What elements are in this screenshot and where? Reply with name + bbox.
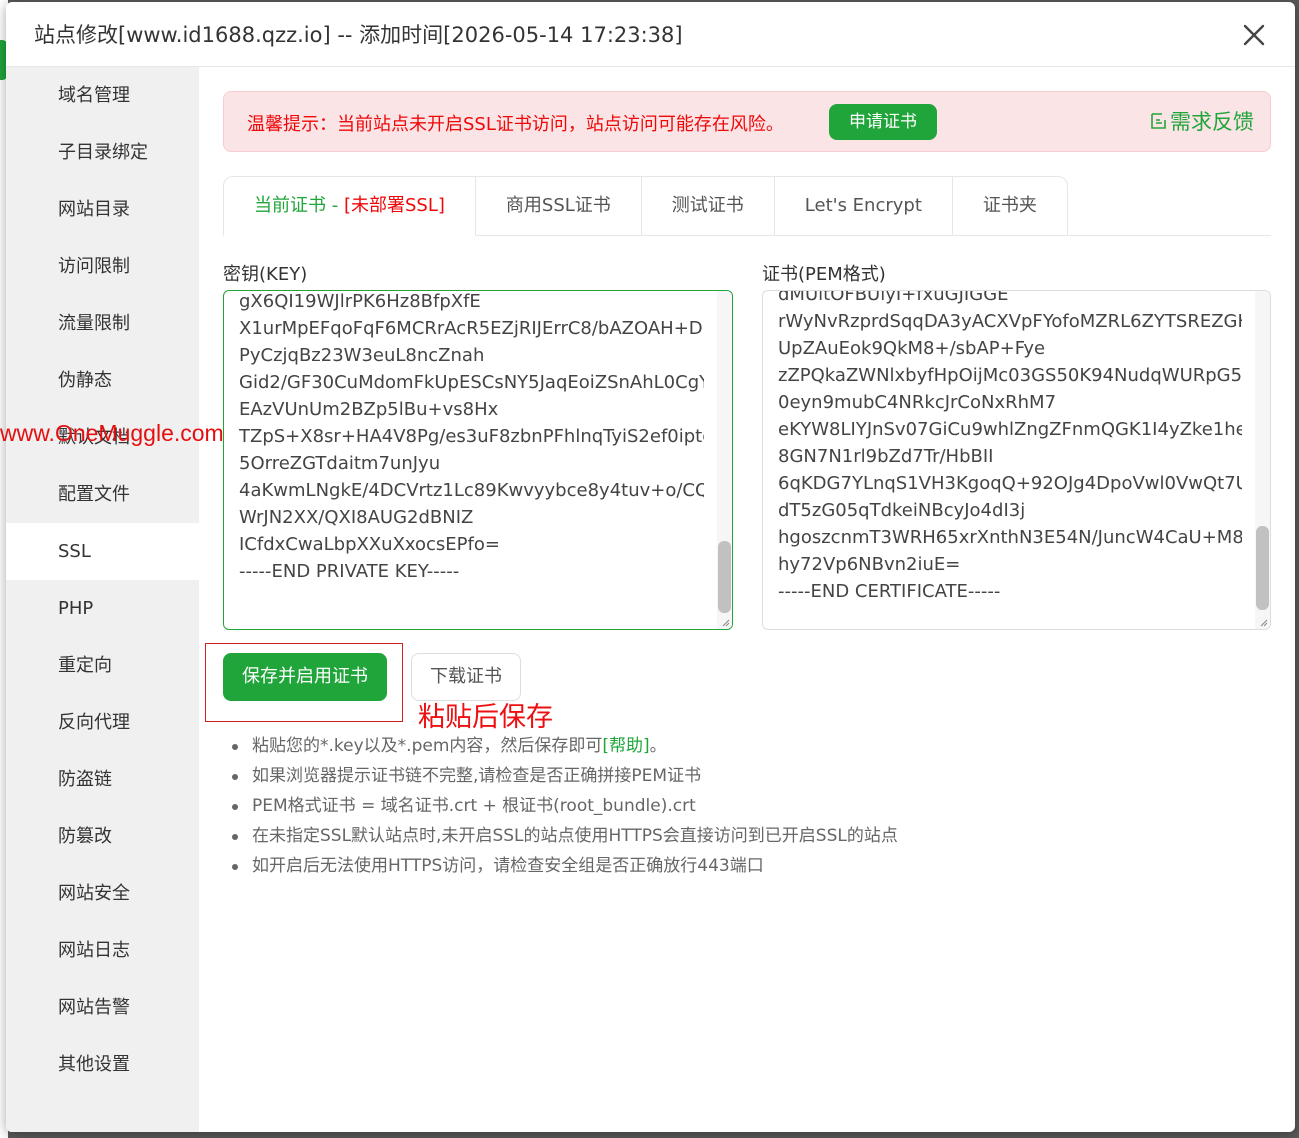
site-edit-dialog: 站点修改[www.id1688.qzz.io] -- 添加时间[2026-05-… bbox=[6, 2, 1295, 1132]
ssl-panel: 温馨提示：当前站点未开启SSL证书访问，站点访问可能存在风险。 申请证书 需求反… bbox=[205, 67, 1271, 1132]
cert-scroll-thumb[interactable] bbox=[1256, 526, 1269, 610]
sidebar-item-other[interactable]: 其他设置 bbox=[6, 1036, 199, 1093]
sidebar-item-hotlink[interactable]: 防盗链 bbox=[6, 751, 199, 808]
cert-content: dMUltOFBUlyI+fxuGJIGGE rWyNvRzprdSqqDA3y… bbox=[778, 290, 1242, 602]
ssl-warning-alert: 温馨提示：当前站点未开启SSL证书访问，站点访问可能存在风险。 申请证书 需求反… bbox=[223, 91, 1271, 152]
sidebar-item-site-dir[interactable]: 网站目录 bbox=[6, 181, 199, 238]
sidebar-item-access-limit[interactable]: 访问限制 bbox=[6, 238, 199, 295]
tab-current-cert-label: 当前证书 - bbox=[254, 195, 344, 216]
resize-handle-icon[interactable] bbox=[720, 617, 730, 627]
close-button[interactable] bbox=[1239, 20, 1269, 50]
dialog-titlebar: 站点修改[www.id1688.qzz.io] -- 添加时间[2026-05-… bbox=[6, 2, 1295, 67]
sidebar-item-logs[interactable]: 网站日志 bbox=[6, 922, 199, 979]
alert-text: 温馨提示：当前站点未开启SSL证书访问，站点访问可能存在风险。 bbox=[247, 114, 784, 135]
sidebar-item-domain[interactable]: 域名管理 bbox=[6, 67, 199, 124]
save-and-enable-cert-button[interactable]: 保存并启用证书 bbox=[223, 653, 387, 701]
tip1-end: 。 bbox=[649, 736, 667, 756]
tip-item: 如果浏览器提示证书链不完整,请检查是否正确拼接PEM证书 bbox=[232, 761, 898, 791]
sidebar-item-alerts[interactable]: 网站告警 bbox=[6, 979, 199, 1036]
key-scrollbar[interactable] bbox=[717, 291, 732, 629]
sidebar-item-subdir[interactable]: 子目录绑定 bbox=[6, 124, 199, 181]
sidebar-item-traffic-limit[interactable]: 流量限制 bbox=[6, 295, 199, 352]
edit-icon bbox=[1151, 113, 1166, 129]
tip-item: 粘贴您的*.key以及*.pem内容，然后保存即可[帮助]。 bbox=[232, 731, 898, 761]
key-textarea[interactable]: gX6QI19WJlrPK6Hz8BfpXfE X1urMpEFqoFqF6MC… bbox=[223, 290, 733, 630]
cert-label: 证书(PEM格式) bbox=[762, 264, 886, 285]
key-label: 密钥(KEY) bbox=[223, 264, 308, 285]
help-link[interactable]: [帮助] bbox=[602, 736, 649, 756]
cert-tabs: 当前证书 - [未部署SSL] 商用SSL证书 测试证书 Let's Encry… bbox=[223, 176, 1068, 236]
sidebar-item-redirect[interactable]: 重定向 bbox=[6, 637, 199, 694]
watermark: www.OneMuggle.com bbox=[0, 420, 224, 446]
tab-current-cert[interactable]: 当前证书 - [未部署SSL] bbox=[223, 176, 476, 236]
tip-item: PEM格式证书 = 域名证书.crt + 根证书(root_bundle).cr… bbox=[232, 791, 898, 821]
sidebar-item-tamper[interactable]: 防篡改 bbox=[6, 808, 199, 865]
close-icon bbox=[1243, 24, 1265, 46]
feedback-link[interactable]: 需求反馈 bbox=[1150, 106, 1254, 136]
tab-cert-folder[interactable]: 证书夹 bbox=[952, 176, 1068, 236]
key-content: gX6QI19WJlrPK6Hz8BfpXfE X1urMpEFqoFqF6MC… bbox=[239, 291, 704, 582]
sidebar-item-config[interactable]: 配置文件 bbox=[6, 466, 199, 523]
key-scroll-thumb[interactable] bbox=[718, 541, 731, 613]
sidebar: 域名管理 子目录绑定 网站目录 访问限制 流量限制 伪静态 默认文档 配置文件 … bbox=[6, 67, 199, 1132]
cert-textarea[interactable]: dMUltOFBUlyI+fxuGJIGGE rWyNvRzprdSqqDA3y… bbox=[762, 290, 1271, 630]
sidebar-item-php[interactable]: PHP bbox=[6, 580, 199, 637]
apply-cert-button[interactable]: 申请证书 bbox=[829, 104, 937, 140]
tab-letsencrypt[interactable]: Let's Encrypt bbox=[774, 176, 953, 236]
sidebar-item-reverse-proxy[interactable]: 反向代理 bbox=[6, 694, 199, 751]
tab-test-cert[interactable]: 测试证书 bbox=[641, 176, 775, 236]
tab-commercial-ssl[interactable]: 商用SSL证书 bbox=[475, 176, 642, 236]
feedback-label: 需求反馈 bbox=[1170, 110, 1254, 134]
cert-scrollbar[interactable] bbox=[1255, 291, 1270, 629]
tip-item: 如开启后无法使用HTTPS访问，请检查安全组是否正确放行443端口 bbox=[232, 851, 898, 881]
tab-current-cert-status: [未部署SSL] bbox=[343, 195, 445, 216]
dialog-title: 站点修改[www.id1688.qzz.io] -- 添加时间[2026-05-… bbox=[34, 23, 683, 47]
resize-handle-icon[interactable] bbox=[1258, 617, 1268, 627]
tip-item: 在未指定SSL默认站点时,未开启SSL的站点使用HTTPS会直接访问到已开启SS… bbox=[232, 821, 898, 851]
annotation-text: 粘贴后保存 bbox=[418, 702, 553, 733]
tip1-text: 粘贴您的*.key以及*.pem内容，然后保存即可 bbox=[252, 736, 603, 756]
sidebar-item-rewrite[interactable]: 伪静态 bbox=[6, 352, 199, 409]
download-cert-button[interactable]: 下载证书 bbox=[411, 653, 521, 701]
sidebar-item-ssl[interactable]: SSL bbox=[6, 523, 199, 580]
tips-list: 粘贴您的*.key以及*.pem内容，然后保存即可[帮助]。 如果浏览器提示证书… bbox=[232, 731, 898, 881]
sidebar-item-security[interactable]: 网站安全 bbox=[6, 865, 199, 922]
